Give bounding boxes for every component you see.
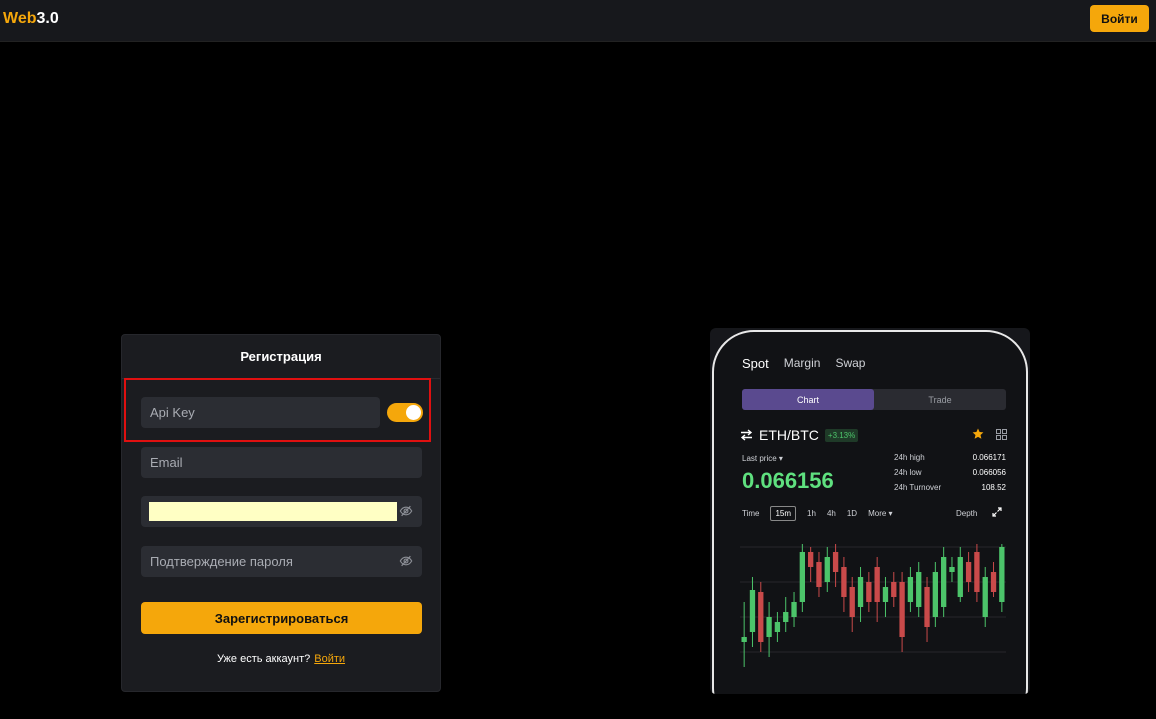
top-bar: Web3.0 Войти <box>0 0 1156 42</box>
stat-label: 24h high <box>894 453 925 462</box>
candle-body <box>899 582 905 637</box>
candle-body <box>816 562 822 587</box>
registration-card: Регистрация Api Key Email Подтверждение … <box>121 334 441 692</box>
header-login-button[interactable]: Войти <box>1090 5 1149 32</box>
registration-title: Регистрация <box>240 349 322 364</box>
login-link[interactable]: Войти <box>314 653 345 665</box>
stat-value: 108.52 <box>981 483 1006 492</box>
candle-body <box>741 637 747 642</box>
chart-trade-segment: Chart Trade <box>742 389 1006 410</box>
confirm-password-input[interactable]: Подтверждение пароля <box>141 546 422 577</box>
candle-body <box>758 592 764 642</box>
stats-block: 24h high 0.066171 24h low 0.066056 24h T… <box>894 453 1006 498</box>
stat-row: 24h high 0.066171 <box>894 453 1006 468</box>
candle-body <box>774 622 781 632</box>
timeframe-time[interactable]: Time <box>742 509 759 518</box>
candle-body <box>891 582 897 597</box>
candle-body <box>924 587 930 627</box>
have-account-text: Уже есть аккаунт? <box>216 653 311 665</box>
candle-body <box>749 590 756 632</box>
last-price-label-text: Last price <box>742 454 777 463</box>
timeframe-more-label: More <box>868 509 887 518</box>
timeframe-bar: Time 15m 1h 4h 1D More ▾ <box>742 506 893 521</box>
password-input[interactable] <box>141 496 422 527</box>
logo-part-web: Web <box>3 10 37 27</box>
candle-body <box>849 587 855 617</box>
candle-body <box>866 582 872 602</box>
eye-off-icon[interactable] <box>399 504 413 518</box>
pair-header: ETH/BTC +3.13% <box>740 427 859 443</box>
candle-body <box>974 552 980 592</box>
depth-tab[interactable]: Depth <box>956 509 977 518</box>
tab-margin[interactable]: Margin <box>784 356 821 371</box>
candle-body <box>940 557 947 607</box>
toggle-knob <box>406 405 421 420</box>
candle-body <box>807 552 814 567</box>
candle-body <box>841 567 847 597</box>
candle-body <box>874 567 880 602</box>
email-input[interactable]: Email <box>141 447 422 478</box>
stat-row: 24h Turnover 108.52 <box>894 483 1006 498</box>
trade-mode-tabs: Spot Margin Swap <box>742 356 865 371</box>
candle-body <box>999 547 1005 602</box>
candle-body <box>965 562 972 582</box>
api-key-toggle[interactable] <box>387 403 423 422</box>
tab-swap[interactable]: Swap <box>835 356 865 371</box>
candlestick-chart[interactable] <box>740 542 1006 692</box>
candles-group <box>741 544 1005 667</box>
expand-icon[interactable] <box>992 507 1002 517</box>
candle-body <box>824 557 830 582</box>
logo[interactable]: Web3.0 <box>3 10 59 28</box>
timeframe-more[interactable]: More ▾ <box>868 509 892 518</box>
last-price-label[interactable]: Last price ▾ <box>742 454 783 463</box>
candle-body <box>766 617 772 637</box>
stat-value: 0.066171 <box>972 453 1006 462</box>
api-key-placeholder: Api Key <box>150 405 195 420</box>
register-button[interactable]: Зарегистрироваться <box>141 602 422 634</box>
star-icon[interactable] <box>972 428 984 440</box>
candle-body <box>990 572 997 592</box>
logo-part-version: 3.0 <box>36 10 59 27</box>
eye-off-icon[interactable] <box>399 554 413 568</box>
candle-body <box>982 577 988 617</box>
timeframe-4h[interactable]: 4h <box>827 509 836 518</box>
candle-body <box>799 552 806 602</box>
have-account-row: Уже есть аккаунт? Войти <box>122 653 440 665</box>
change-badge: +3.13% <box>824 428 859 442</box>
candle-body <box>949 567 955 572</box>
candle-body <box>916 572 922 607</box>
phone-frame: Spot Margin Swap Chart Trade ETH/BTC +3.… <box>712 330 1028 694</box>
candle-body <box>907 577 914 602</box>
pair-name: ETH/BTC <box>759 427 819 443</box>
password-autofill-value <box>149 502 397 521</box>
candle-body <box>791 602 797 617</box>
candle-body <box>932 572 939 617</box>
candle-body <box>857 577 864 607</box>
swap-arrows-icon[interactable] <box>740 429 753 441</box>
confirm-placeholder: Подтверждение пароля <box>150 554 293 569</box>
phone-mockup: Spot Margin Swap Chart Trade ETH/BTC +3.… <box>710 328 1030 694</box>
api-key-input[interactable]: Api Key <box>141 397 380 428</box>
stat-label: 24h low <box>894 468 922 477</box>
candle-body <box>783 612 789 622</box>
timeframe-15m[interactable]: 15m <box>770 506 797 521</box>
segment-chart[interactable]: Chart <box>742 389 874 410</box>
last-price-value: 0.066156 <box>742 468 834 493</box>
grid-icon[interactable] <box>996 429 1007 440</box>
stat-label: 24h Turnover <box>894 483 942 492</box>
candle-body <box>882 587 889 602</box>
candle-body <box>957 557 963 597</box>
email-placeholder: Email <box>150 455 183 470</box>
candle-body <box>832 552 839 572</box>
timeframe-1h[interactable]: 1h <box>807 509 816 518</box>
segment-trade[interactable]: Trade <box>874 389 1006 410</box>
stat-value: 0.066056 <box>972 468 1006 477</box>
timeframe-1d[interactable]: 1D <box>847 509 857 518</box>
stat-row: 24h low 0.066056 <box>894 468 1006 483</box>
tab-spot[interactable]: Spot <box>742 356 769 371</box>
